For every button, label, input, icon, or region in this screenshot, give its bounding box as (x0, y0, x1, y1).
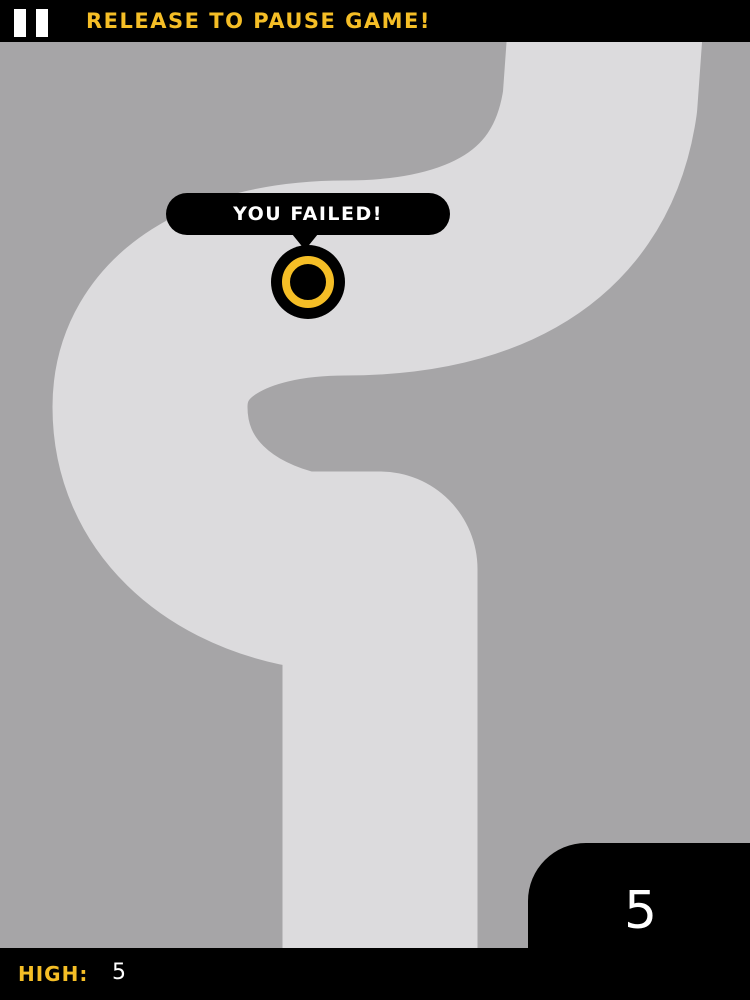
game-track-area[interactable] (0, 42, 750, 948)
fail-message: YOU FAILED! (233, 203, 383, 225)
bottom-bar: HIGH: 5 (0, 948, 750, 1000)
pause-instruction: RELEASE TO PAUSE GAME! (86, 9, 431, 33)
player-ball[interactable] (271, 245, 345, 319)
fail-popup: YOU FAILED! (166, 193, 450, 235)
high-score-label: HIGH: (18, 962, 89, 986)
current-score: 5 (624, 881, 658, 941)
top-bar: RELEASE TO PAUSE GAME! (0, 0, 750, 42)
high-score-value: 5 (112, 960, 126, 985)
pause-button[interactable] (10, 5, 56, 39)
ring-icon (282, 256, 334, 308)
